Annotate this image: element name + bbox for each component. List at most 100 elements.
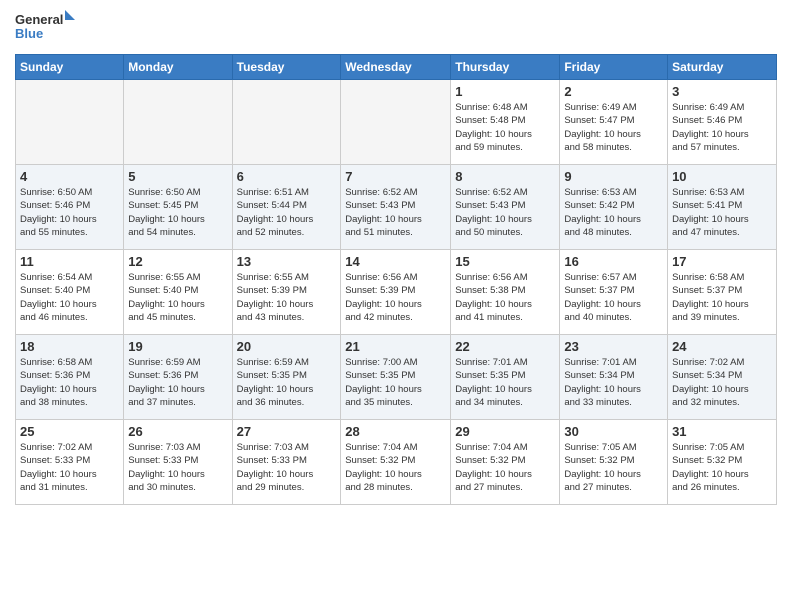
day-info: Sunrise: 6:58 AMSunset: 5:37 PMDaylight:… [672,271,772,324]
weekday-header-sunday: Sunday [16,55,124,80]
calendar-cell: 11Sunrise: 6:54 AMSunset: 5:40 PMDayligh… [16,250,124,335]
weekday-header-tuesday: Tuesday [232,55,341,80]
calendar-cell: 5 Sunrise: 6:50 AMSunset: 5:45 PMDaylight… [124,165,232,250]
calendar: SundayMondayTuesdayWednesdayThursdayFrid… [15,54,777,505]
day-info: Sunrise: 7:03 AMSunset: 5:33 PMDaylight:… [237,441,337,494]
calendar-cell: 22 Sunrise: 7:01 AMSunset: 5:35 PMDayligh… [451,335,560,420]
day-number: 11 [20,254,119,269]
header: General Blue [15,10,777,48]
calendar-cell: 10 Sunrise: 6:53 AMSunset: 5:41 PMDayligh… [668,165,777,250]
calendar-cell: 19 Sunrise: 6:59 AMSunset: 5:36 PMDayligh… [124,335,232,420]
calendar-cell: 7 Sunrise: 6:52 AMSunset: 5:43 PMDaylight… [341,165,451,250]
day-number: 28 [345,424,446,439]
day-info: Sunrise: 6:57 AMSunset: 5:37 PMDaylight:… [564,271,663,324]
day-number: 7 [345,169,446,184]
calendar-cell [341,80,451,165]
calendar-cell: 2 Sunrise: 6:49 AMSunset: 5:47 PMDaylight… [560,80,668,165]
weekday-header-monday: Monday [124,55,232,80]
calendar-cell: 21 Sunrise: 7:00 AMSunset: 5:35 PMDayligh… [341,335,451,420]
calendar-cell: 20 Sunrise: 6:59 AMSunset: 5:35 PMDayligh… [232,335,341,420]
calendar-cell: 27 Sunrise: 7:03 AMSunset: 5:33 PMDayligh… [232,420,341,505]
calendar-cell: 4 Sunrise: 6:50 AMSunset: 5:46 PMDaylight… [16,165,124,250]
calendar-week-1: 1Sunrise: 6:48 AMSunset: 5:48 PMDaylight… [16,80,777,165]
weekday-header-wednesday: Wednesday [341,55,451,80]
weekday-header-saturday: Saturday [668,55,777,80]
logo: General Blue [15,10,75,48]
day-number: 1 [455,84,555,99]
day-number: 12 [128,254,227,269]
day-number: 22 [455,339,555,354]
day-info: Sunrise: 6:52 AMSunset: 5:43 PMDaylight:… [345,186,446,239]
calendar-cell: 23 Sunrise: 7:01 AMSunset: 5:34 PMDayligh… [560,335,668,420]
calendar-cell: 29 Sunrise: 7:04 AMSunset: 5:32 PMDayligh… [451,420,560,505]
calendar-cell: 8 Sunrise: 6:52 AMSunset: 5:43 PMDaylight… [451,165,560,250]
weekday-header-thursday: Thursday [451,55,560,80]
calendar-cell: 31 Sunrise: 7:05 AMSunset: 5:32 PMDayligh… [668,420,777,505]
calendar-cell: 3 Sunrise: 6:49 AMSunset: 5:46 PMDaylight… [668,80,777,165]
day-number: 16 [564,254,663,269]
day-info: Sunrise: 6:52 AMSunset: 5:43 PMDaylight:… [455,186,555,239]
day-number: 29 [455,424,555,439]
day-number: 18 [20,339,119,354]
day-info: Sunrise: 6:50 AMSunset: 5:45 PMDaylight:… [128,186,227,239]
day-info: Sunrise: 6:56 AMSunset: 5:38 PMDaylight:… [455,271,555,324]
page: General Blue SundayMondayTuesdayWednesda… [0,0,792,520]
day-number: 23 [564,339,663,354]
day-info: Sunrise: 6:53 AMSunset: 5:41 PMDaylight:… [672,186,772,239]
day-info: Sunrise: 6:59 AMSunset: 5:36 PMDaylight:… [128,356,227,409]
calendar-cell: 12 Sunrise: 6:55 AMSunset: 5:40 PMDayligh… [124,250,232,335]
calendar-cell: 18Sunrise: 6:58 AMSunset: 5:36 PMDayligh… [16,335,124,420]
day-number: 5 [128,169,227,184]
day-number: 21 [345,339,446,354]
logo-svg: General Blue [15,10,75,48]
day-number: 8 [455,169,555,184]
day-number: 27 [237,424,337,439]
day-number: 31 [672,424,772,439]
day-info: Sunrise: 6:55 AMSunset: 5:40 PMDaylight:… [128,271,227,324]
day-info: Sunrise: 6:51 AMSunset: 5:44 PMDaylight:… [237,186,337,239]
svg-text:Blue: Blue [15,26,43,41]
day-number: 24 [672,339,772,354]
day-number: 14 [345,254,446,269]
day-info: Sunrise: 7:04 AMSunset: 5:32 PMDaylight:… [455,441,555,494]
day-number: 30 [564,424,663,439]
calendar-cell: 14Sunrise: 6:56 AMSunset: 5:39 PMDayligh… [341,250,451,335]
day-info: Sunrise: 6:59 AMSunset: 5:35 PMDaylight:… [237,356,337,409]
calendar-cell: 16 Sunrise: 6:57 AMSunset: 5:37 PMDayligh… [560,250,668,335]
day-number: 3 [672,84,772,99]
day-info: Sunrise: 7:01 AMSunset: 5:34 PMDaylight:… [564,356,663,409]
day-number: 19 [128,339,227,354]
day-number: 17 [672,254,772,269]
day-info: Sunrise: 7:01 AMSunset: 5:35 PMDaylight:… [455,356,555,409]
day-info: Sunrise: 7:05 AMSunset: 5:32 PMDaylight:… [672,441,772,494]
weekday-header-friday: Friday [560,55,668,80]
svg-text:General: General [15,12,63,27]
calendar-week-4: 18Sunrise: 6:58 AMSunset: 5:36 PMDayligh… [16,335,777,420]
day-number: 25 [20,424,119,439]
calendar-cell: 24 Sunrise: 7:02 AMSunset: 5:34 PMDayligh… [668,335,777,420]
calendar-cell: 26Sunrise: 7:03 AMSunset: 5:33 PMDayligh… [124,420,232,505]
day-info: Sunrise: 6:50 AMSunset: 5:46 PMDaylight:… [20,186,119,239]
day-number: 4 [20,169,119,184]
day-info: Sunrise: 7:00 AMSunset: 5:35 PMDaylight:… [345,356,446,409]
day-info: Sunrise: 7:04 AMSunset: 5:32 PMDaylight:… [345,441,446,494]
day-number: 9 [564,169,663,184]
day-info: Sunrise: 6:49 AMSunset: 5:46 PMDaylight:… [672,101,772,154]
day-number: 20 [237,339,337,354]
day-info: Sunrise: 7:03 AMSunset: 5:33 PMDaylight:… [128,441,227,494]
day-number: 2 [564,84,663,99]
day-number: 6 [237,169,337,184]
calendar-cell: 30 Sunrise: 7:05 AMSunset: 5:32 PMDayligh… [560,420,668,505]
calendar-week-5: 25 Sunrise: 7:02 AMSunset: 5:33 PMDayligh… [16,420,777,505]
calendar-cell: 28 Sunrise: 7:04 AMSunset: 5:32 PMDayligh… [341,420,451,505]
day-info: Sunrise: 7:02 AMSunset: 5:34 PMDaylight:… [672,356,772,409]
day-info: Sunrise: 7:02 AMSunset: 5:33 PMDaylight:… [20,441,119,494]
day-info: Sunrise: 6:49 AMSunset: 5:47 PMDaylight:… [564,101,663,154]
calendar-cell [16,80,124,165]
day-number: 10 [672,169,772,184]
day-info: Sunrise: 7:05 AMSunset: 5:32 PMDaylight:… [564,441,663,494]
calendar-cell [124,80,232,165]
calendar-cell: 15Sunrise: 6:56 AMSunset: 5:38 PMDayligh… [451,250,560,335]
day-info: Sunrise: 6:53 AMSunset: 5:42 PMDaylight:… [564,186,663,239]
calendar-cell [232,80,341,165]
